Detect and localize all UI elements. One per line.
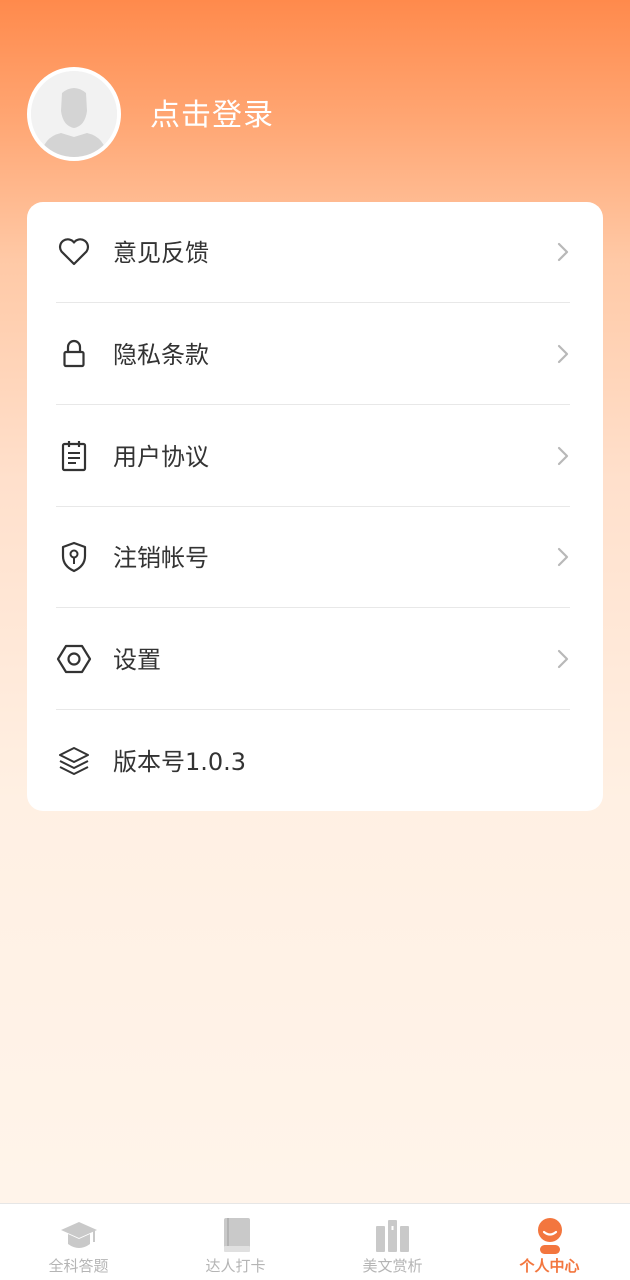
avatar[interactable]: [27, 67, 121, 161]
menu-item-label: 隐私条款: [113, 341, 209, 369]
bookshelf-icon: [375, 1220, 409, 1252]
shield-key-icon: [61, 541, 87, 573]
menu-item-cancel-account[interactable]: 注销帐号: [56, 507, 570, 608]
menu-item-version: 版本号1.0.3: [56, 711, 570, 812]
tab-profile[interactable]: 个人中心: [471, 1204, 628, 1280]
tab-label: 美文赏析: [362, 1257, 423, 1275]
login-prompt[interactable]: 点击登录: [150, 95, 274, 137]
default-avatar-icon: [31, 71, 117, 157]
tab-label: 达人打卡: [205, 1257, 266, 1275]
menu-item-label: 注销帐号: [113, 544, 209, 572]
book-icon: [223, 1218, 250, 1252]
chevron-right-icon: [557, 242, 569, 262]
lock-icon: [63, 339, 85, 368]
tab-essays[interactable]: 美文赏析: [314, 1204, 471, 1280]
divider: [56, 607, 570, 608]
menu-item-privacy[interactable]: 隐私条款: [56, 304, 570, 405]
chevron-right-icon: [557, 547, 569, 567]
graduation-cap-icon: [60, 1222, 97, 1248]
menu-item-label: 用户协议: [113, 443, 209, 471]
menu-item-feedback[interactable]: 意见反馈: [56, 202, 570, 303]
layers-icon: [59, 747, 89, 775]
chevron-right-icon: [557, 344, 569, 364]
version-label: 版本号1.0.3: [113, 748, 247, 776]
hex-nut-icon: [56, 644, 92, 674]
tab-label: 全科答题: [48, 1257, 109, 1275]
tab-checkin[interactable]: 达人打卡: [157, 1204, 314, 1280]
bottom-tab-bar: 全科答题 达人打卡 美文赏析 个人中心: [0, 1203, 630, 1280]
menu-item-settings[interactable]: 设置: [56, 609, 570, 710]
heart-icon: [58, 238, 90, 266]
tab-quiz[interactable]: 全科答题: [0, 1204, 157, 1280]
menu-card: 意见反馈 隐私条款 用户协议 注销帐号 设置 版本号1.0.3: [27, 202, 603, 811]
chevron-right-icon: [557, 446, 569, 466]
profile-header: 点击登录: [0, 0, 630, 200]
menu-item-label: 意见反馈: [113, 239, 209, 267]
menu-item-user-agreement[interactable]: 用户协议: [56, 406, 570, 507]
person-icon: [537, 1218, 562, 1254]
chevron-right-icon: [557, 649, 569, 669]
menu-item-label: 设置: [113, 646, 161, 674]
tab-label: 个人中心: [519, 1257, 580, 1275]
divider: [56, 404, 570, 405]
divider: [56, 709, 570, 710]
notepad-icon: [61, 441, 87, 472]
divider: [56, 302, 570, 303]
